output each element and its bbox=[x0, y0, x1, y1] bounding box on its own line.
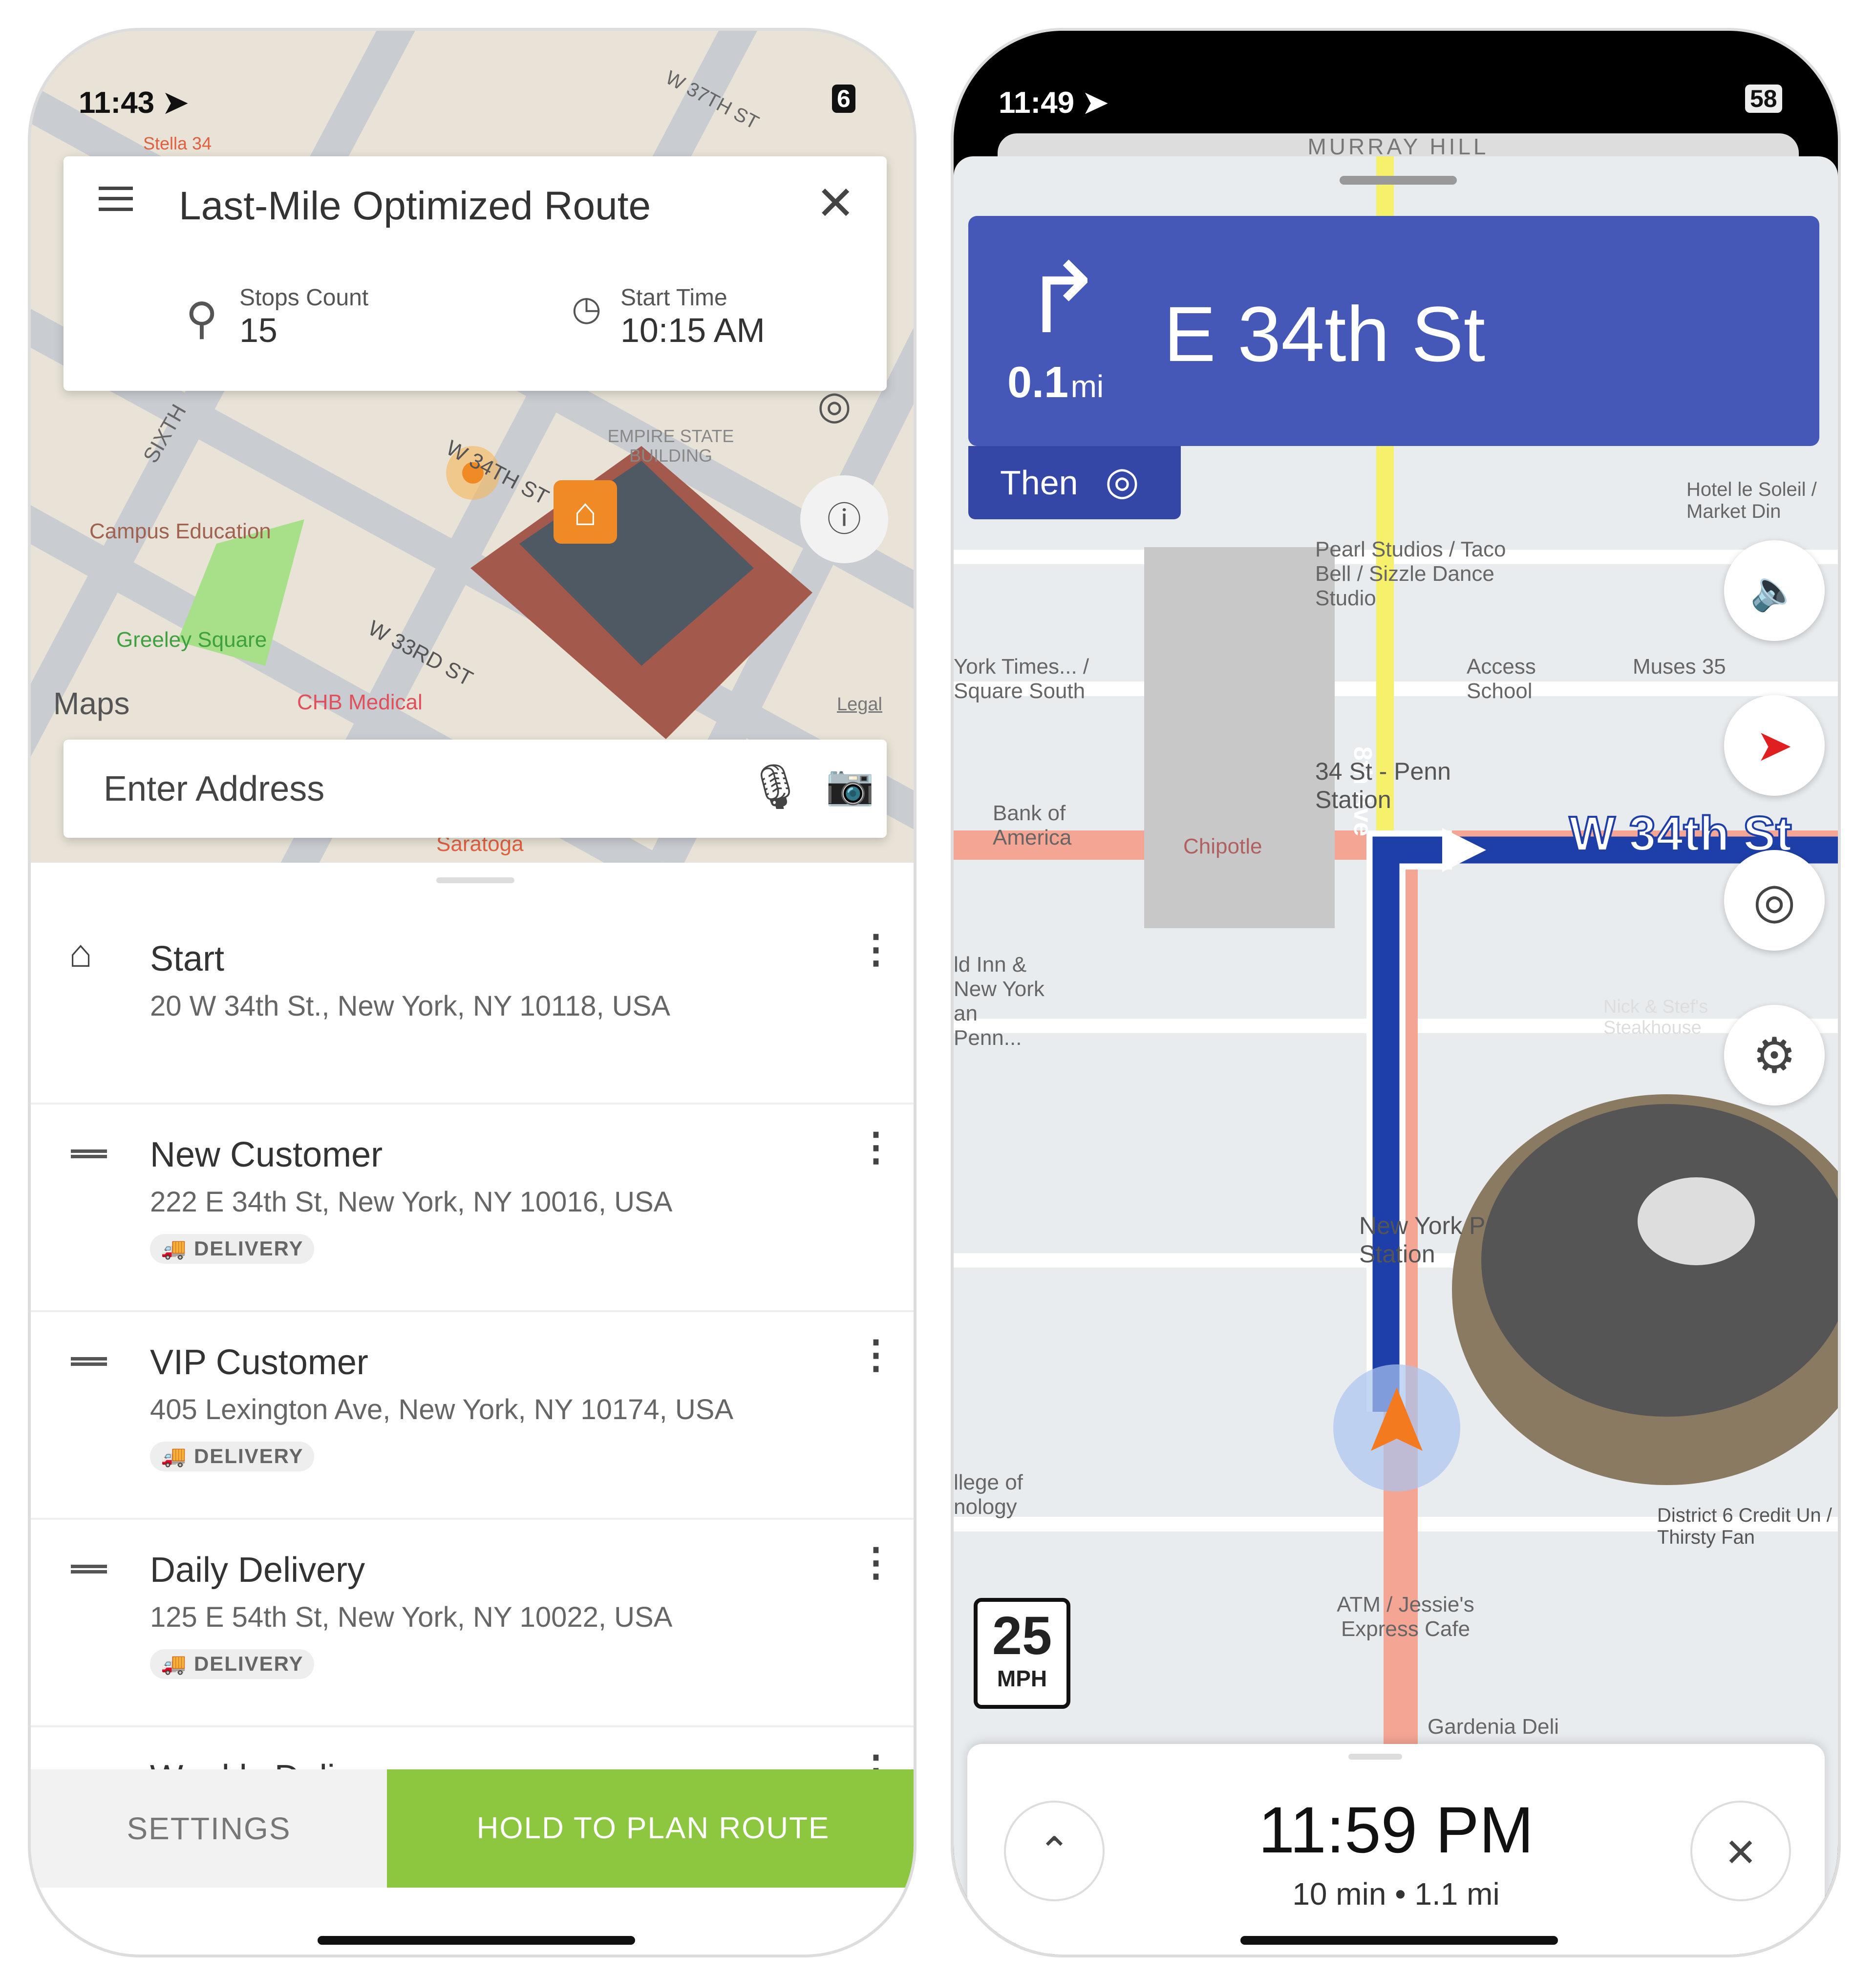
apple-maps-logo: Maps bbox=[53, 686, 130, 721]
compass-button[interactable]: ➤ bbox=[1724, 695, 1825, 796]
map-label: 34 St - Penn Station bbox=[1315, 758, 1451, 813]
map-label: Greeley Square bbox=[116, 628, 267, 652]
sheet-handle[interactable] bbox=[1340, 176, 1457, 185]
map-label: ATM / Jessie's Express Cafe bbox=[1337, 1593, 1474, 1641]
stop-address: 222 E 34th St, New York, NY 10016, USA bbox=[150, 1186, 673, 1218]
start-time-value: 10:15 AM bbox=[620, 311, 765, 349]
delivery-badge: 🚚 DELIVERY bbox=[150, 1234, 315, 1264]
then-indicator: Then ◎ bbox=[968, 446, 1181, 519]
more-options-icon[interactable]: ⋮ bbox=[856, 1539, 895, 1585]
list-item[interactable]: New Customer 222 E 34th St, New York, NY… bbox=[31, 1105, 914, 1312]
page-title: Last-Mile Optimized Route bbox=[179, 184, 651, 228]
map-label: Nick & Stef's Steakhouse bbox=[1603, 997, 1708, 1038]
speed-limit-sign: 25 MPH bbox=[974, 1598, 1070, 1709]
menu-icon[interactable] bbox=[99, 187, 133, 211]
settings-gear-button[interactable]: ⚙ bbox=[1724, 1005, 1825, 1105]
destination-pin-icon: ◎ bbox=[1105, 459, 1139, 503]
address-input[interactable]: Enter Address bbox=[104, 769, 324, 809]
map-label: Campus Education bbox=[89, 519, 271, 543]
right-phone: 11:49 ➤ 58 MURRAY HILL 8th Ave W 34th St… bbox=[951, 28, 1841, 1957]
stop-title: VIP Customer bbox=[150, 1343, 368, 1382]
map-label: llege of nology bbox=[954, 1470, 1023, 1519]
locate-icon[interactable]: ◎ bbox=[817, 383, 852, 428]
trip-summary: 10 min • 1.1 mi bbox=[1292, 1876, 1500, 1912]
status-time: 11:43 ➤ bbox=[79, 86, 189, 120]
more-options-icon[interactable]: ⋮ bbox=[856, 1332, 895, 1377]
maneuver-banner[interactable]: ↱ 0.1 mi E 34th St bbox=[968, 216, 1819, 446]
turn-right-icon: ↱ bbox=[1022, 244, 1104, 353]
delivery-badge: 🚚 DELIVERY bbox=[150, 1649, 315, 1679]
stop-address: 20 W 34th St., New York, NY 10118, USA bbox=[150, 990, 670, 1022]
map-label: Access School bbox=[1467, 655, 1536, 703]
panel-handle[interactable] bbox=[1348, 1754, 1402, 1760]
camera-icon[interactable]: 📷 bbox=[826, 762, 874, 808]
map-label: Pearl Studios / Taco Bell / Sizzle Dance… bbox=[1315, 537, 1506, 610]
more-options-icon[interactable]: ⋮ bbox=[856, 926, 895, 972]
clock-icon: ◷ bbox=[572, 289, 602, 327]
stops-count-value: 15 bbox=[239, 311, 277, 349]
stop-address: 405 Lexington Ave, New York, NY 10174, U… bbox=[150, 1394, 734, 1425]
battery-indicator: 58 bbox=[1745, 85, 1782, 113]
map-label: Bank of America bbox=[993, 801, 1072, 850]
microphone-icon[interactable]: 🎙 bbox=[747, 761, 803, 812]
left-phone: ⌂ W 37TH ST SIXTH W 34TH ST W 33RD ST Ca… bbox=[28, 28, 917, 1957]
map-label: New York Penn Station bbox=[1359, 1212, 1526, 1268]
maneuver-distance: 0.1 mi bbox=[1007, 358, 1104, 407]
stop-address: 125 E 54th St, New York, NY 10022, USA bbox=[150, 1601, 673, 1633]
map-label: EMPIRE STATE BUILDING bbox=[607, 426, 734, 466]
stop-title: Daily Delivery bbox=[150, 1551, 365, 1590]
recenter-button[interactable]: ◎ bbox=[1724, 850, 1825, 951]
close-icon[interactable]: ✕ bbox=[816, 176, 855, 231]
map-pin-icon: ⚲ bbox=[186, 295, 218, 343]
route-header-card: Last-Mile Optimized Route ✕ ⚲ Stops Coun… bbox=[64, 156, 887, 391]
battery-indicator: 6 bbox=[832, 85, 855, 113]
plan-route-button[interactable]: HOLD TO PLAN ROUTE bbox=[387, 1769, 914, 1888]
map-label: Gardenia Deli bbox=[1428, 1715, 1559, 1739]
end-navigation-button[interactable]: ✕ bbox=[1690, 1801, 1791, 1901]
home-icon: ⌂ bbox=[69, 932, 93, 975]
delivery-badge: 🚚 DELIVERY bbox=[150, 1442, 315, 1471]
volume-button[interactable]: 🔈 bbox=[1724, 540, 1825, 641]
drag-handle-icon[interactable] bbox=[71, 1565, 107, 1573]
home-indicator bbox=[318, 1936, 635, 1945]
status-time: 11:49 ➤ bbox=[999, 86, 1109, 120]
list-item[interactable]: ⌂ Start 20 W 34th St., New York, NY 1011… bbox=[31, 897, 914, 1105]
settings-button[interactable]: SETTINGS bbox=[31, 1769, 387, 1888]
map-label: District 6 Credit Un / Thirsty Fan bbox=[1657, 1505, 1832, 1548]
more-options-icon[interactable]: ⋮ bbox=[856, 1124, 895, 1169]
address-search-bar[interactable]: Enter Address 🎙 📷 bbox=[64, 740, 887, 838]
map-label: ld Inn & New York an Penn... bbox=[954, 953, 1045, 1050]
list-item[interactable]: VIP Customer 405 Lexington Ave, New York… bbox=[31, 1312, 914, 1520]
stop-title: Start bbox=[150, 939, 225, 978]
maneuver-street: E 34th St bbox=[1164, 290, 1486, 378]
map-label: Stella 34 bbox=[143, 133, 212, 153]
map-label: CHB Medical bbox=[297, 690, 423, 714]
stop-title: New Customer bbox=[150, 1135, 383, 1174]
map-label: York Times... / Square South bbox=[954, 655, 1089, 703]
eta-panel: ⌃ 11:59 PM 10 min • 1.1 mi ✕ bbox=[967, 1744, 1825, 1955]
stops-count-label: Stops Count bbox=[239, 285, 369, 311]
drag-handle-icon[interactable] bbox=[71, 1357, 107, 1366]
home-marker-icon[interactable]: ⌂ bbox=[554, 480, 617, 544]
map-label: Hotel le Soleil / Market Din bbox=[1686, 479, 1817, 522]
map-label: Chipotle bbox=[1183, 834, 1262, 858]
drag-handle-icon[interactable] bbox=[71, 1149, 107, 1158]
legal-link[interactable]: Legal bbox=[837, 694, 882, 715]
map-label: Penn Stat bbox=[1721, 1265, 1815, 1289]
sheet-handle[interactable] bbox=[436, 877, 514, 883]
home-indicator bbox=[1240, 1936, 1558, 1945]
start-time-label: Start Time bbox=[620, 285, 727, 311]
map-label: Muses 35 bbox=[1633, 655, 1726, 679]
list-item[interactable]: Daily Delivery 125 E 54th St, New York, … bbox=[31, 1520, 914, 1727]
info-button[interactable]: ⓘ bbox=[800, 475, 888, 563]
